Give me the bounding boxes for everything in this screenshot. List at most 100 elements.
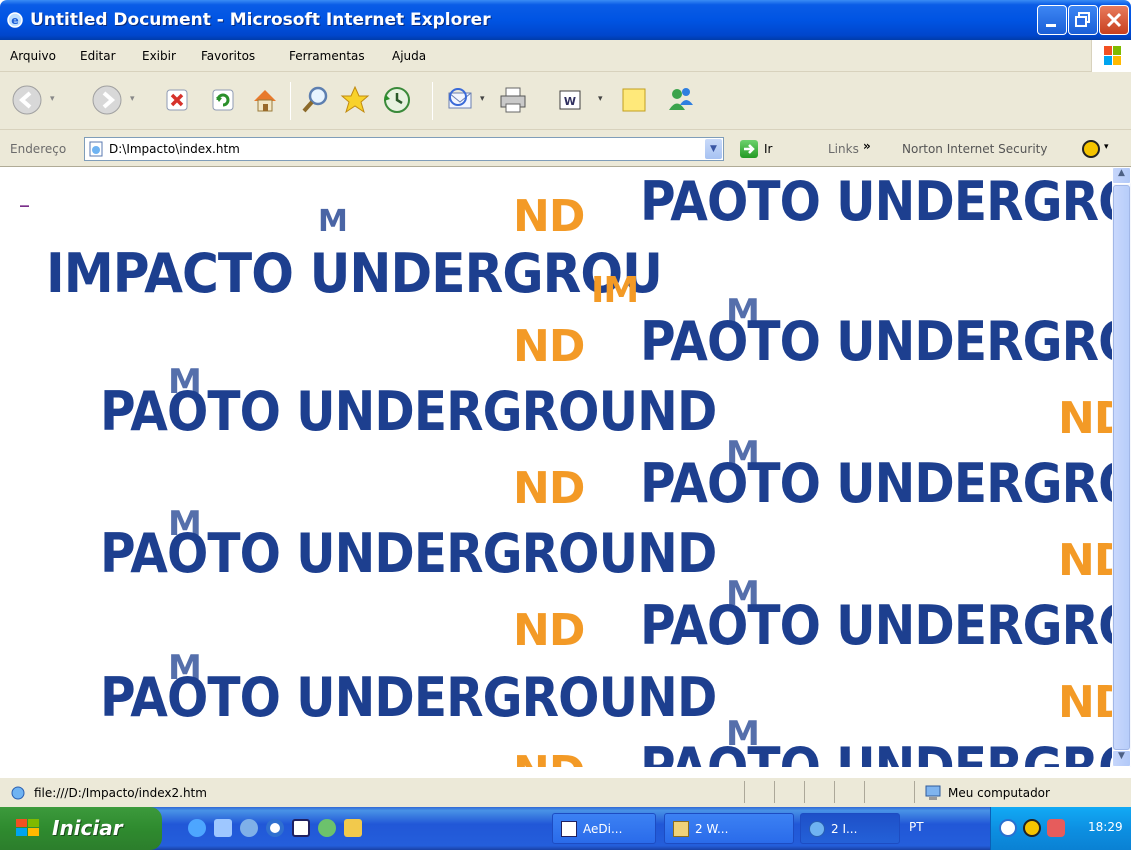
address-input[interactable]: D:\Impacto\index.htm ▼ (84, 137, 724, 161)
browser-window: e Untitled Document - Microsoft Internet… (0, 0, 1131, 850)
word-quicklaunch-icon[interactable] (292, 819, 310, 837)
explorer-quicklaunch-icon[interactable] (214, 819, 232, 837)
history-icon[interactable] (380, 83, 414, 117)
title-bar[interactable]: e Untitled Document - Microsoft Internet… (0, 0, 1131, 40)
taskbar: Iniciar AeDi... 2 W... 2 I... PT 18:29 (0, 807, 1131, 850)
status-pane (744, 781, 774, 803)
page-status-icon (11, 786, 25, 800)
menu-arquivo[interactable]: Arquivo (10, 49, 56, 63)
repeat-text: PAOTO UNDERGROUND (640, 310, 1112, 373)
windows-logo-icon (1091, 40, 1131, 72)
nd-fragment: ND (1058, 677, 1112, 728)
address-value: D:\Impacto\index.htm (109, 142, 240, 156)
edit-dropdown-icon[interactable]: ▾ (598, 94, 603, 104)
scroll-up-button[interactable]: ▲ (1112, 167, 1131, 184)
go-icon[interactable] (740, 140, 758, 158)
address-bar: Endereço D:\Impacto\index.htm ▼ Ir Links… (0, 130, 1131, 167)
forward-icon[interactable] (90, 83, 124, 117)
favorites-icon[interactable] (338, 83, 372, 117)
task-button-folders[interactable]: 2 W... (664, 813, 794, 844)
norton-dropdown-icon[interactable]: ▾ (1104, 142, 1109, 152)
menu-favoritos[interactable]: Favoritos (201, 49, 255, 63)
folder-task-icon (673, 821, 689, 837)
repeat-text: PAOTO UNDERGROUND (100, 522, 717, 585)
page-heading: IMPACTO UNDERGROU (46, 242, 663, 305)
edit-word-icon[interactable]: W (553, 83, 587, 117)
restore-icon (1075, 12, 1090, 27)
minimize-button[interactable] (1037, 5, 1067, 35)
nd-fragment: ND (513, 321, 585, 372)
menu-exibir[interactable]: Exibir (142, 49, 176, 63)
scroll-down-button[interactable]: ▼ (1112, 750, 1131, 767)
nd-fragment: ND (1058, 393, 1112, 444)
refresh-icon[interactable] (206, 83, 240, 117)
window-title: Untitled Document - Microsoft Internet E… (30, 10, 491, 30)
folder-quicklaunch-icon[interactable] (344, 819, 362, 837)
repeat-text: PAOTO UNDERGROUND (640, 741, 1112, 768)
back-dropdown-icon[interactable]: ▾ (50, 94, 55, 104)
close-button[interactable] (1099, 5, 1129, 35)
messenger-icon[interactable] (664, 83, 698, 117)
word-task-icon (561, 821, 577, 837)
stop-icon[interactable] (160, 83, 194, 117)
print-icon[interactable] (496, 83, 530, 117)
ie-task-icon (809, 821, 825, 837)
clock[interactable]: 18:29 (1088, 820, 1123, 834)
repeat-text: PAOTO UNDERGROUND (100, 380, 717, 443)
nd-fragment: ND (513, 751, 585, 768)
scroll-thumb[interactable] (1113, 185, 1130, 750)
nd-fragment: ND (513, 605, 585, 656)
messenger-quicklaunch-icon[interactable] (318, 819, 336, 837)
task-button-ie[interactable]: 2 I... (800, 813, 900, 844)
nd-fragment: ND (513, 463, 585, 514)
player-quicklaunch-icon[interactable] (266, 819, 284, 837)
task-button-word[interactable]: AeDi... (552, 813, 656, 844)
status-pane (864, 781, 914, 803)
toolbar-separator (290, 82, 291, 120)
im-fragment: IM (591, 270, 639, 311)
restore-button[interactable] (1068, 5, 1098, 35)
security-tray-icon[interactable] (1047, 819, 1065, 837)
status-pane (774, 781, 804, 803)
vertical-scrollbar[interactable]: ▲ ▼ (1112, 167, 1131, 767)
mail-dropdown-icon[interactable]: ▾ (480, 94, 485, 104)
media-quicklaunch-icon[interactable] (240, 819, 258, 837)
toolbar-separator (432, 82, 433, 120)
menu-ajuda[interactable]: Ajuda (392, 49, 426, 63)
norton-tray-icon[interactable] (1023, 819, 1041, 837)
windows-flag-icon (16, 819, 39, 836)
norton-toolbar-label[interactable]: Norton Internet Security (902, 142, 1047, 156)
m-fragment: M (318, 204, 348, 239)
svg-text:W: W (564, 95, 576, 108)
nd-fragment: ND (1058, 535, 1112, 586)
links-overflow-icon[interactable]: » (863, 139, 871, 153)
discuss-icon[interactable] (618, 83, 652, 117)
tray-expand-icon[interactable] (999, 819, 1017, 837)
ie-icon: e (7, 12, 23, 28)
ie-quicklaunch-icon[interactable] (188, 819, 206, 837)
go-button[interactable]: Ir (764, 142, 772, 156)
mail-icon[interactable] (444, 83, 478, 117)
close-icon (1106, 12, 1122, 28)
norton-icon[interactable] (1082, 140, 1100, 158)
nd-fragment: ND (513, 191, 585, 242)
security-zone: Meu computador (948, 786, 1050, 800)
start-label: Iniciar (52, 816, 123, 840)
back-icon[interactable] (10, 83, 44, 117)
repeat-text: PAOTO UNDERGROUND (640, 170, 1112, 233)
start-button[interactable]: Iniciar (0, 807, 162, 850)
search-icon[interactable] (298, 83, 332, 117)
language-indicator[interactable]: PT (909, 820, 924, 834)
page-icon (89, 141, 103, 157)
page-content: _ ND IMPACTO UNDERGROU M IM PAOTO UNDERG… (8, 167, 1112, 767)
home-icon[interactable] (248, 83, 282, 117)
forward-dropdown-icon[interactable]: ▾ (130, 94, 135, 104)
m-fragment: M (726, 292, 760, 332)
standard-toolbar: ▾ ▾ ▾ W ▾ (0, 72, 1131, 130)
menu-ferramentas[interactable]: Ferramentas (289, 49, 365, 63)
links-label[interactable]: Links (828, 142, 859, 156)
status-pane (834, 781, 864, 803)
address-dropdown-icon[interactable]: ▼ (705, 139, 722, 159)
menu-editar[interactable]: Editar (80, 49, 116, 63)
status-bar: file:///D:/Impacto/index2.htm Meu comput… (0, 777, 1131, 807)
